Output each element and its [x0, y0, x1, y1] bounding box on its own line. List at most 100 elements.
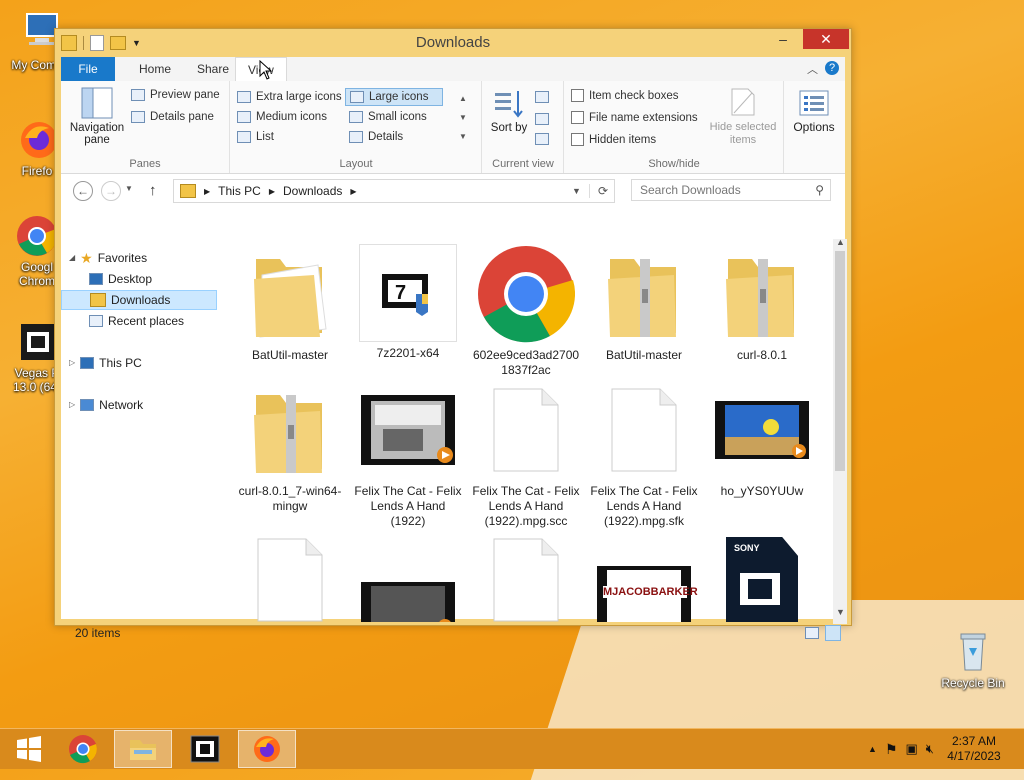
clock-date: 4/17/2023 [947, 749, 1001, 763]
file-item[interactable]: Felix The Cat - Felix Lends A Hand (1922… [589, 380, 699, 529]
close-button[interactable]: ✕ [803, 29, 849, 49]
nav-downloads[interactable]: Downloads [61, 290, 217, 310]
tab-home[interactable]: Home [127, 57, 183, 81]
address-bar[interactable]: ▶ This PC ▶ Downloads ▶ ▼ ⟳ [173, 179, 615, 203]
search-icon[interactable]: ⚲ [815, 183, 824, 197]
panes-group-label: Panes [129, 158, 161, 170]
star-icon: ★ [80, 250, 93, 266]
options-button[interactable]: Options [789, 89, 839, 134]
layout-medium-icons[interactable]: Medium icons [237, 111, 327, 123]
help-icon[interactable]: ? [825, 61, 839, 75]
title-bar[interactable]: ▼ Downloads – ☐ ✕ [55, 29, 851, 57]
back-arrow-icon[interactable]: ← [73, 181, 93, 201]
volume-muted-icon[interactable]: 🔇︎ [926, 741, 934, 757]
preview-pane-button[interactable]: Preview pane [131, 89, 220, 101]
preview-pane-label: Preview pane [150, 89, 220, 101]
nav-favorites[interactable]: ◢ ★ Favorites [69, 248, 147, 268]
computer-icon [15, 12, 59, 56]
checkbox[interactable] [571, 89, 584, 102]
layout-extra-large-icons[interactable]: Extra large icons [237, 91, 342, 103]
file-item[interactable]: BatUtil-master [589, 244, 699, 363]
sort-by-button[interactable]: Sort by [489, 89, 529, 134]
status-bar: 20 items [61, 622, 845, 644]
explorer-window: ▼ Downloads – ☐ ✕ File Home Share View ︿… [54, 28, 852, 641]
file-name-extensions-toggle[interactable]: File name extensions [571, 111, 698, 124]
desktop-icon-recycle-bin[interactable]: Recycle Bin [938, 630, 1008, 690]
chevron-up-icon[interactable]: ︿ [807, 61, 818, 77]
address-dropdown-icon[interactable]: ▼ [572, 186, 581, 196]
scroll-up-arrow-icon[interactable]: ▲ [836, 237, 845, 247]
forward-arrow-icon[interactable]: → [101, 181, 121, 201]
file-item[interactable]: BatUtil-master [235, 244, 345, 363]
clock-time: 2:37 AM [951, 734, 997, 748]
firefox-icon [254, 736, 280, 762]
file-item[interactable] [353, 530, 463, 622]
hidden-items-toggle[interactable]: Hidden items [571, 133, 656, 146]
hide-selected-items-button[interactable]: Hide selected items [705, 87, 781, 147]
navigation-pane-button[interactable]: Navigation pane [67, 87, 127, 146]
scrollbar-thumb[interactable] [835, 251, 845, 471]
file-item[interactable]: Felix The Cat - Felix Lends A Hand (1922… [353, 380, 463, 529]
options-label: Options [793, 120, 835, 134]
search-input[interactable]: Search Downloads ⚲ [631, 179, 831, 201]
tab-share[interactable]: Share [185, 57, 241, 81]
file-name: BatUtil-master [605, 348, 682, 362]
item-check-boxes-toggle[interactable]: Item check boxes [571, 89, 678, 102]
taskbar-chrome[interactable] [54, 730, 112, 768]
checkbox[interactable] [571, 111, 584, 124]
refresh-icon[interactable]: ⟳ [588, 184, 608, 198]
group-by-icon[interactable] [535, 91, 549, 103]
taskbar-vegas[interactable] [176, 730, 234, 768]
video-overlay-text: MJACOBBARKER [603, 586, 698, 598]
up-arrow-icon[interactable]: ↑ [149, 182, 157, 199]
file-item[interactable]: curl-8.0.1_7-win64-mingw [235, 380, 345, 514]
layout-small-icons[interactable]: Small icons [349, 111, 427, 123]
taskbar-firefox[interactable] [238, 730, 296, 768]
large-icons-view-icon[interactable] [825, 625, 841, 641]
file-item[interactable]: Felix The Cat - Felix Lends A Hand (1922… [471, 380, 581, 529]
scroll-down-arrow-icon[interactable]: ▼ [836, 607, 845, 617]
vertical-scrollbar[interactable]: ▲ ▼ [833, 237, 847, 624]
add-columns-icon[interactable] [535, 113, 549, 125]
breadcrumb-downloads[interactable]: Downloads [283, 184, 342, 198]
action-center-flag-icon[interactable]: ⚑ [885, 741, 898, 758]
file-item[interactable]: curl-8.0.1 [707, 244, 817, 363]
hide-selected-label: Hide selected items [709, 121, 777, 146]
tab-file[interactable]: File [61, 57, 115, 81]
file-item[interactable]: 602ee9ced3ad27001837f2ac [471, 244, 581, 378]
network-icon[interactable]: ▣ [906, 741, 918, 757]
file-item[interactable] [235, 530, 345, 622]
recent-locations-icon[interactable]: ▼ [125, 184, 133, 193]
checkbox[interactable] [571, 133, 584, 146]
layout-scroll[interactable]: ▲ ▼ ▼ [459, 89, 467, 146]
clock[interactable]: 2:37 AM 4/17/2023 [942, 734, 1006, 764]
nav-desktop[interactable]: Desktop [89, 269, 152, 289]
video-thumbnail-icon [361, 395, 455, 465]
show-hidden-icons-icon[interactable]: ▲ [868, 744, 877, 754]
file-item[interactable] [471, 530, 581, 622]
details-view-icon[interactable] [805, 627, 819, 639]
details-pane-button[interactable]: Details pane [131, 111, 214, 123]
file-item[interactable]: SONY [707, 530, 817, 622]
nav-recent-places[interactable]: Recent places [89, 311, 184, 331]
file-item[interactable]: 7 7z2201-x64 [353, 244, 463, 361]
mouse-cursor-icon [259, 60, 273, 80]
navigation-pane: ◢ ★ Favorites Desktop Downloads Recent pla… [61, 212, 223, 592]
layout-list[interactable]: List [237, 131, 274, 143]
expand-arrow-icon[interactable]: ◢ [69, 248, 75, 268]
nav-this-pc[interactable]: ▷ This PC [69, 353, 142, 373]
minimize-button[interactable]: – [769, 29, 797, 49]
start-button[interactable] [0, 730, 58, 768]
expand-arrow-icon[interactable]: ▷ [69, 353, 75, 373]
desktop-icon-label: Recycle Bin [941, 676, 1005, 690]
expand-arrow-icon[interactable]: ▷ [69, 395, 75, 415]
size-columns-icon[interactable] [535, 133, 549, 145]
nav-network[interactable]: ▷ Network [69, 395, 143, 415]
layout-details[interactable]: Details [349, 131, 403, 143]
layout-large-icons[interactable]: Large icons [345, 88, 443, 106]
layout-group-label: Layout [339, 158, 373, 170]
taskbar-file-explorer[interactable] [114, 730, 172, 768]
file-item[interactable]: ho_yYS0YUUw [707, 380, 817, 499]
breadcrumb-this-pc[interactable]: This PC [218, 184, 261, 198]
file-item[interactable]: MJACOBBARKER [589, 530, 699, 622]
